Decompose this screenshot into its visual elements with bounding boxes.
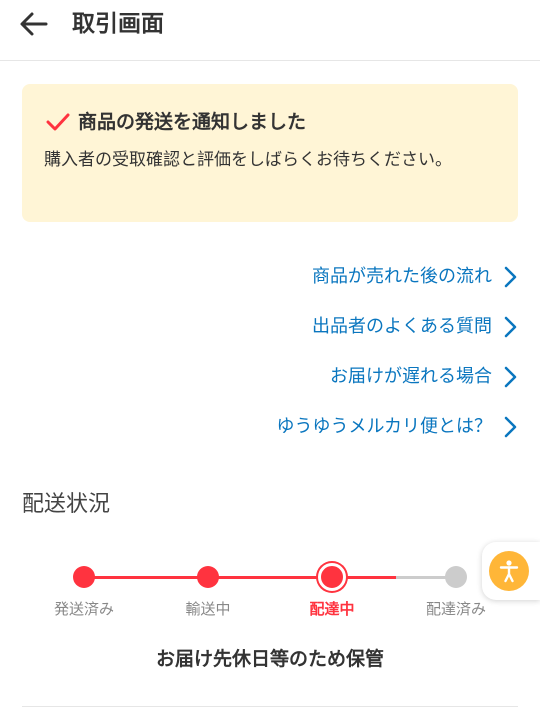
chevron-right-icon — [504, 416, 517, 438]
link-label[interactable]: 出品者のよくある質問 — [312, 309, 492, 345]
back-arrow-icon[interactable] — [18, 10, 50, 38]
accessibility-icon — [499, 560, 519, 583]
link-label[interactable]: お届けが遅れる場合 — [330, 359, 492, 395]
accessibility-icon-bg — [489, 551, 529, 591]
step-label-delivered: 配達済み — [425, 600, 486, 618]
divider — [22, 706, 518, 707]
help-links: 商品が売れた後の流れ 出品者のよくある質問 お届けが遅れる場合 ゆうゆうメルカリ… — [22, 252, 518, 452]
link-delivery-delay[interactable]: お届けが遅れる場合 — [22, 352, 518, 402]
step-dot-shipped — [73, 566, 95, 588]
notice-title: 商品の発送を通知しました — [78, 111, 307, 133]
shipping-progress-tracker: 発送済み 輸送中 配達中 配達済み — [0, 560, 540, 630]
link-yuyu-mercari-bin[interactable]: ゆうゆうメルカリ便とは？ — [22, 402, 518, 452]
step-label-in-transit: 輸送中 — [185, 600, 231, 618]
shipping-status-heading: 配送状況 — [22, 492, 111, 517]
step-dot-in-transit — [197, 566, 219, 588]
link-label[interactable]: ゆうゆうメルカリ便とは？ — [277, 409, 492, 445]
step-label-shipped: 発送済み — [53, 600, 114, 618]
notice-body: 購入者の受取確認と評価をしばらくお待ちください。 — [44, 150, 452, 170]
shipping-notice-banner: 商品の発送を通知しました 購入者の受取確認と評価をしばらくお待ちください。 — [22, 84, 518, 222]
app-header: 取引画面 — [0, 0, 540, 61]
step-dot-out-for-delivery — [318, 563, 346, 591]
delivery-status-text: お届け先休日等のため保管 — [155, 648, 384, 670]
link-after-sold-flow[interactable]: 商品が売れた後の流れ — [22, 252, 518, 302]
check-icon — [46, 113, 70, 131]
link-seller-faq[interactable]: 出品者のよくある質問 — [22, 302, 518, 352]
chevron-right-icon — [504, 366, 517, 388]
accessibility-button[interactable] — [482, 542, 540, 600]
page-title: 取引画面 — [72, 11, 164, 37]
step-dot-delivered — [445, 566, 467, 588]
link-label[interactable]: 商品が売れた後の流れ — [312, 259, 492, 295]
step-label-out-for-delivery: 配達中 — [309, 600, 355, 618]
progress-line-done — [84, 576, 396, 579]
chevron-right-icon — [504, 266, 517, 288]
chevron-right-icon — [504, 316, 517, 338]
